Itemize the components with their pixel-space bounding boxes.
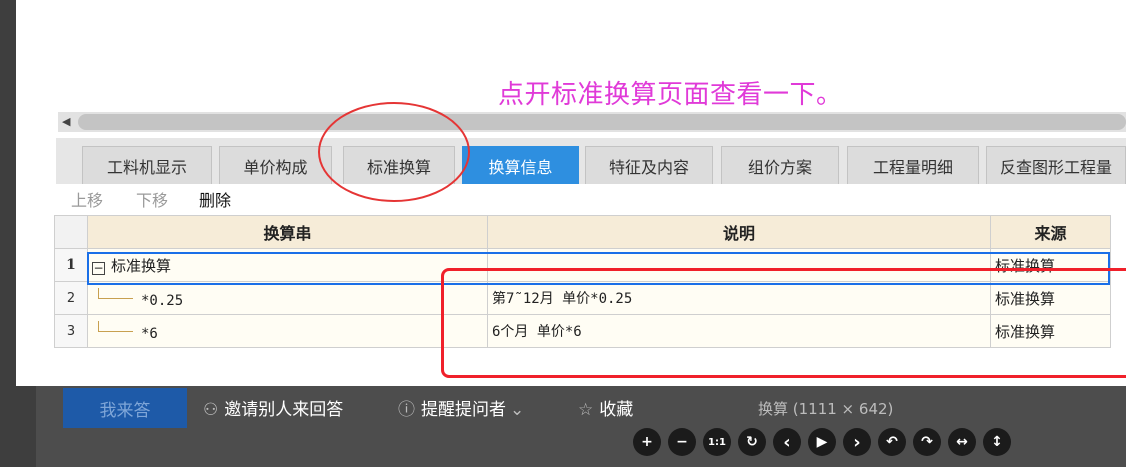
column-header-source[interactable]: 来源 <box>990 215 1111 249</box>
info-icon: ⓘ <box>398 400 415 420</box>
rotate-left-icon: ↶ <box>886 434 898 450</box>
tab-reverse-graphic-quantity[interactable]: 反查图形工程量 <box>986 146 1126 184</box>
tab-features-content[interactable]: 特征及内容 <box>585 146 713 184</box>
formula-text: *0.25 <box>141 292 184 309</box>
row-number: 3 <box>54 314 88 348</box>
chevron-right-icon: › <box>853 431 861 453</box>
tab-standard-conversion[interactable]: 标准换算 <box>343 146 455 184</box>
tab-pricing-scheme[interactable]: 组价方案 <box>721 146 839 184</box>
corner-cell <box>54 215 88 249</box>
scrollbar-thumb[interactable] <box>78 114 1126 130</box>
tab-quantity-detail[interactable]: 工程量明细 <box>847 146 979 184</box>
table-row[interactable]: 2 *0.25 第7˜12月 单价*0.25 标准换算 <box>54 281 1111 315</box>
refresh-icon: ↻ <box>746 434 758 450</box>
actual-size-icon: 1:1 <box>708 436 726 448</box>
flip-vertical-button[interactable]: ↕ <box>983 428 1011 456</box>
row-number: 1 <box>54 248 88 282</box>
description-cell[interactable]: 6个月 单价*6 <box>487 314 991 348</box>
description-cell[interactable]: 第7˜12月 单价*0.25 <box>487 281 991 315</box>
zoom-out-icon: − <box>676 434 688 450</box>
reset-button[interactable]: ↻ <box>738 428 766 456</box>
source-cell[interactable]: 标准换算 <box>990 281 1111 315</box>
tree-line-icon <box>98 287 133 299</box>
formula-cell[interactable]: *0.25 <box>87 281 488 315</box>
next-button[interactable]: › <box>843 428 871 456</box>
scroll-left-icon[interactable]: ◀ <box>62 115 70 128</box>
play-icon: ▶ <box>816 434 828 450</box>
move-up-button[interactable]: 上移 <box>71 187 103 211</box>
tab-labor-material-machine[interactable]: 工料机显示 <box>82 146 212 184</box>
flip-vertical-icon: ↕ <box>991 434 1003 450</box>
zoom-in-button[interactable]: + <box>633 428 661 456</box>
column-header-description[interactable]: 说明 <box>487 215 991 249</box>
chevron-left-icon: ‹ <box>783 431 791 453</box>
delete-button[interactable]: 删除 <box>199 187 231 211</box>
zoom-in-icon: + <box>641 434 653 450</box>
collapse-icon[interactable]: − <box>92 261 105 275</box>
rotate-right-button[interactable]: ↷ <box>913 428 941 456</box>
actual-size-button[interactable]: 1:1 <box>703 428 731 456</box>
favorite-link[interactable]: ☆ 收藏 <box>578 395 633 420</box>
table-row[interactable]: 3 *6 6个月 单价*6 标准换算 <box>54 314 1111 348</box>
formula-cell[interactable]: − 标准换算 <box>87 248 488 282</box>
answer-button[interactable]: 我来答 <box>63 388 187 428</box>
move-down-button[interactable]: 下移 <box>136 187 168 211</box>
prev-button[interactable]: ‹ <box>773 428 801 456</box>
description-cell[interactable] <box>487 248 991 282</box>
annotation-text: 点开标准换算页面查看一下。 <box>498 80 843 110</box>
table-header-row: 换算串 说明 来源 <box>54 215 1111 249</box>
formula-text: 标准换算 <box>111 256 172 275</box>
zoom-out-button[interactable]: − <box>668 428 696 456</box>
flip-horizontal-button[interactable]: ↔ <box>948 428 976 456</box>
source-cell[interactable]: 标准换算 <box>990 248 1111 282</box>
invite-answer-link[interactable]: ⚇ 邀请别人来回答 <box>203 395 343 420</box>
source-cell[interactable]: 标准换算 <box>990 314 1111 348</box>
rotate-left-button[interactable]: ↶ <box>878 428 906 456</box>
table-row[interactable]: 1 − 标准换算 标准换算 <box>54 248 1111 282</box>
formula-cell[interactable]: *6 <box>87 314 488 348</box>
horizontal-scrollbar[interactable]: ◀ <box>58 112 1126 132</box>
chevron-down-icon: ⌄ <box>510 400 525 420</box>
tree-line-icon <box>98 320 133 332</box>
person-icon: ⚇ <box>203 400 219 420</box>
star-icon: ☆ <box>578 400 594 420</box>
tab-conversion-info[interactable]: 换算信息 <box>462 146 579 184</box>
play-button[interactable]: ▶ <box>808 428 836 456</box>
rotate-right-icon: ↷ <box>921 434 933 450</box>
conversion-table: 换算串 说明 来源 1 − 标准换算 标准换算 2 *0.25 第7˜12月 单价… <box>54 215 1111 348</box>
image-caption: 换算 (1111 × 642) <box>758 400 894 418</box>
remind-asker-link[interactable]: ⓘ 提醒提问者 ⌄ <box>398 395 530 420</box>
tab-bar: 工料机显示 单价构成 标准换算 换算信息 特征及内容 组价方案 工程量明细 反查… <box>56 138 1126 184</box>
column-header-formula[interactable]: 换算串 <box>87 215 488 249</box>
tab-unit-price-composition[interactable]: 单价构成 <box>219 146 332 184</box>
formula-text: *6 <box>141 325 158 342</box>
row-number: 2 <box>54 281 88 315</box>
flip-horizontal-icon: ↔ <box>956 434 968 450</box>
